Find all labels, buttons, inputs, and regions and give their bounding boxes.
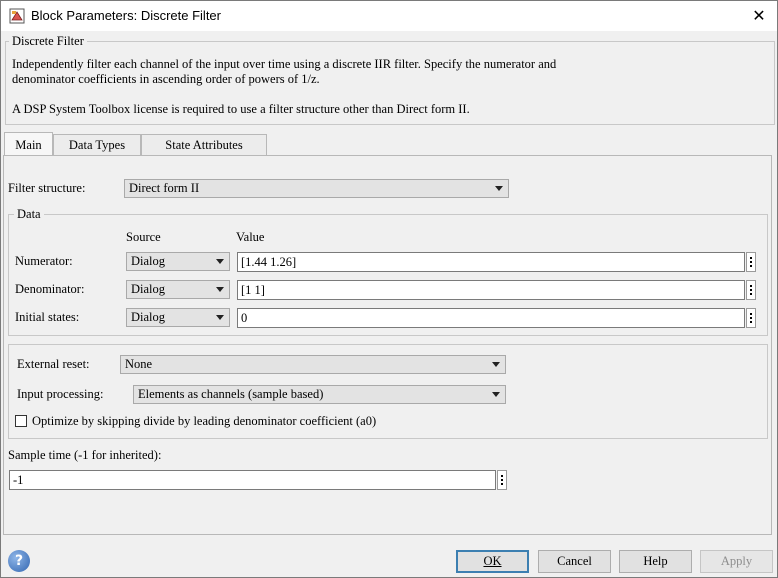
title-bar[interactable]: Block Parameters: Discrete Filter ✕ [1, 1, 777, 31]
sample-time-input[interactable]: -1 [9, 470, 496, 490]
chevron-down-icon [216, 259, 224, 264]
initial-states-source-value: Dialog [131, 310, 166, 324]
initial-states-label: Initial states: [15, 310, 80, 324]
initial-states-input[interactable]: 0 [237, 308, 745, 328]
denominator-label: Denominator: [15, 282, 85, 296]
external-reset-value: None [125, 357, 153, 371]
apply-button[interactable]: Apply [700, 550, 773, 573]
source-header: Source [126, 230, 161, 244]
input-processing-value: Elements as channels (sample based) [138, 387, 324, 401]
chevron-down-icon [495, 186, 503, 191]
numerator-source-value: Dialog [131, 254, 166, 268]
chevron-down-icon [216, 287, 224, 292]
sample-time-more-options-icon[interactable] [497, 470, 507, 490]
ok-button[interactable]: OK [456, 550, 529, 573]
filter-structure-label: Filter structure: [8, 181, 86, 195]
help-icon[interactable]: ? [8, 550, 30, 572]
description-legend: Discrete Filter [9, 34, 87, 49]
sample-time-label: Sample time (-1 for inherited): [8, 448, 162, 462]
cancel-button[interactable]: Cancel [538, 550, 611, 573]
numerator-label: Numerator: [15, 254, 73, 268]
description-line-3: A DSP System Toolbox license is required… [12, 102, 470, 116]
numerator-source-dropdown[interactable]: Dialog [126, 252, 230, 271]
denominator-input[interactable]: [1 1] [237, 280, 745, 300]
filter-structure-dropdown[interactable]: Direct form II [124, 179, 509, 198]
tab-state-attributes[interactable]: State Attributes [141, 134, 267, 156]
denominator-source-dropdown[interactable]: Dialog [126, 280, 230, 299]
input-processing-dropdown[interactable]: Elements as channels (sample based) [133, 385, 506, 404]
dialog-window: Block Parameters: Discrete Filter ✕ Disc… [0, 0, 778, 578]
numerator-more-options-icon[interactable] [746, 252, 756, 272]
external-reset-dropdown[interactable]: None [120, 355, 506, 374]
chevron-down-icon [492, 392, 500, 397]
input-processing-label: Input processing: [17, 387, 104, 401]
data-legend: Data [14, 207, 44, 222]
tab-main[interactable]: Main [4, 132, 53, 157]
tab-data-types[interactable]: Data Types [53, 134, 141, 156]
chevron-down-icon [492, 362, 500, 367]
help-button[interactable]: Help [619, 550, 692, 573]
optimize-checkbox[interactable] [15, 415, 27, 427]
description-line-2: denominator coefficients in ascending or… [12, 72, 320, 86]
close-icon[interactable]: ✕ [747, 4, 771, 28]
external-reset-label: External reset: [17, 357, 90, 371]
block-parameters-icon [9, 8, 25, 24]
denominator-more-options-icon[interactable] [746, 280, 756, 300]
filter-structure-value: Direct form II [129, 181, 200, 195]
denominator-source-value: Dialog [131, 282, 166, 296]
initial-states-source-dropdown[interactable]: Dialog [126, 308, 230, 327]
window-title: Block Parameters: Discrete Filter [31, 8, 221, 23]
initial-states-more-options-icon[interactable] [746, 308, 756, 328]
optimize-label: Optimize by skipping divide by leading d… [32, 414, 377, 428]
value-header: Value [236, 230, 265, 244]
description-line-1: Independently filter each channel of the… [12, 57, 557, 71]
chevron-down-icon [216, 315, 224, 320]
numerator-input[interactable]: [1.44 1.26] [237, 252, 745, 272]
